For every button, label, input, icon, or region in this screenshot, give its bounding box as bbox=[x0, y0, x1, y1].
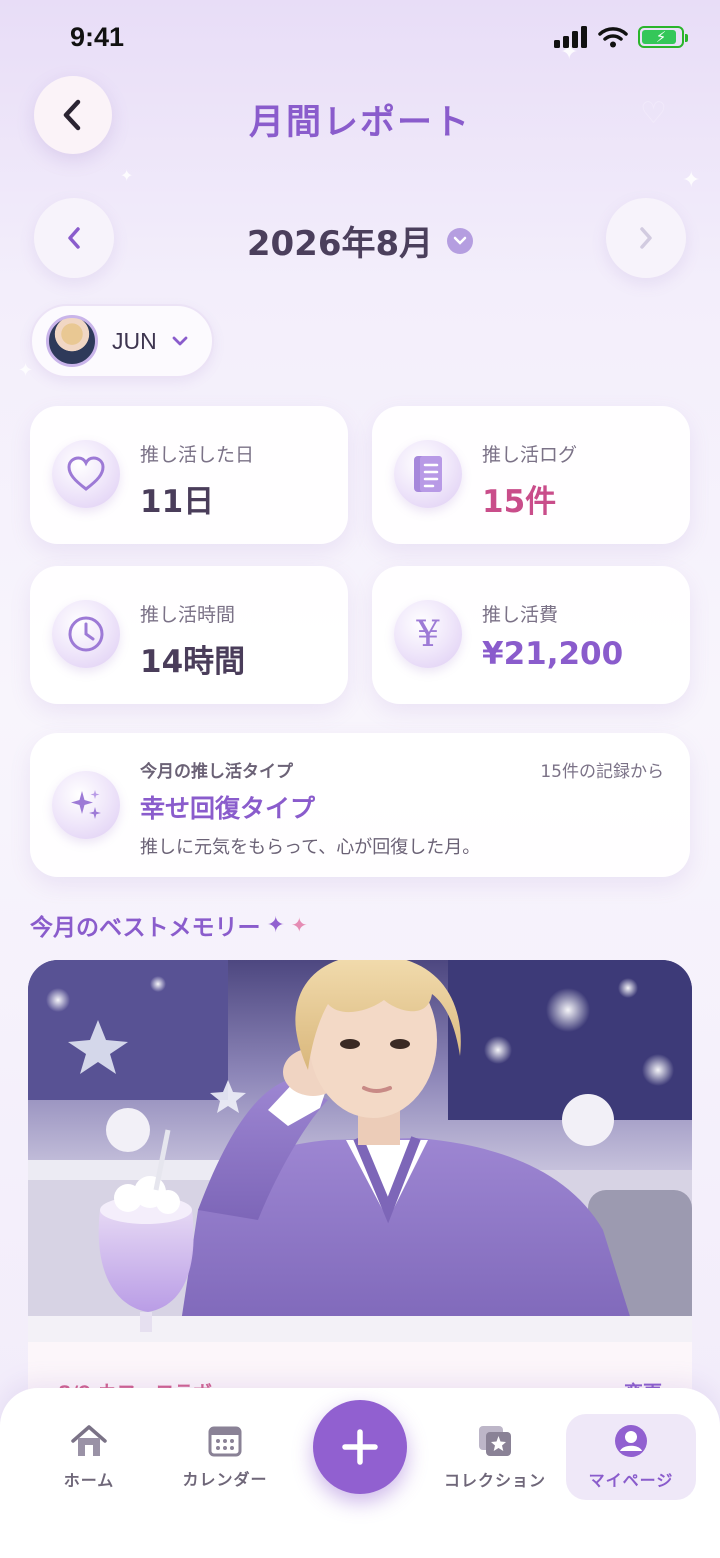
chevron-right-icon bbox=[640, 227, 652, 249]
sparkle-decoration: ✦ bbox=[682, 168, 701, 193]
stat-card-logs[interactable]: 推し活ログ 15件 bbox=[372, 406, 690, 544]
avatar bbox=[46, 315, 98, 367]
stat-label: 推し活した日 bbox=[140, 444, 255, 466]
nav-label: コレクション bbox=[443, 1471, 546, 1490]
nav-label: カレンダー bbox=[182, 1470, 268, 1489]
user-icon bbox=[615, 1425, 647, 1457]
stat-label: 推し活時間 bbox=[140, 604, 236, 626]
next-month-button[interactable] bbox=[606, 198, 686, 278]
stat-value: ¥21,200 bbox=[482, 636, 624, 672]
type-title: 幸せ回復タイプ bbox=[140, 794, 316, 823]
battery-icon: ⚡ bbox=[638, 26, 688, 48]
stat-label: 推し活費 bbox=[482, 604, 559, 626]
clock-icon bbox=[52, 600, 120, 668]
stat-value: 15件 bbox=[482, 484, 557, 520]
stat-label: 推し活ログ bbox=[482, 444, 578, 466]
best-memory-photo[interactable] bbox=[28, 960, 692, 1342]
calendar-icon bbox=[208, 1426, 242, 1457]
page-title: 月間レポート bbox=[248, 103, 471, 143]
sparkle-decoration: ✦ bbox=[120, 166, 134, 185]
stat-value: 14時間 bbox=[140, 644, 246, 680]
notebook-icon bbox=[394, 440, 462, 508]
oshi-selector[interactable]: JUN bbox=[30, 304, 214, 378]
type-source: 15件の記録から bbox=[540, 762, 664, 782]
sparkle-icon bbox=[52, 771, 120, 839]
nav-collection[interactable]: コレクション bbox=[430, 1414, 560, 1500]
add-button[interactable] bbox=[313, 1400, 407, 1494]
yen-icon: ¥ bbox=[394, 600, 462, 668]
stat-value: 11日 bbox=[140, 484, 215, 520]
collection-icon bbox=[479, 1426, 511, 1456]
wifi-icon bbox=[598, 27, 628, 48]
status-bar: 9:41 ⚡ bbox=[0, 0, 720, 80]
home-icon bbox=[71, 1425, 107, 1456]
stat-card-time[interactable]: 推し活時間 14時間 bbox=[30, 566, 348, 704]
nav-calendar[interactable]: カレンダー bbox=[160, 1414, 290, 1500]
sparkle-icon: ✦ bbox=[290, 913, 308, 937]
sparkle-icon: ✦ bbox=[266, 912, 285, 938]
chevron-down-icon bbox=[447, 227, 474, 254]
nav-home[interactable]: ホーム bbox=[24, 1414, 154, 1500]
stat-card-days[interactable]: 推し活した日 11日 bbox=[30, 406, 348, 544]
status-icons: ⚡ bbox=[554, 26, 688, 48]
type-label: 今月の推し活タイプ bbox=[140, 762, 293, 782]
section-title-best-memory: 今月のベストメモリー ✦ ✦ bbox=[30, 908, 308, 942]
nav-label: マイページ bbox=[588, 1471, 674, 1490]
sparkle-decoration: ✦ bbox=[18, 360, 34, 381]
oshi-name: JUN bbox=[112, 327, 157, 354]
stat-card-spending[interactable]: ¥ 推し活費 ¥21,200 bbox=[372, 566, 690, 704]
chevron-down-icon bbox=[172, 336, 188, 346]
month-label: 2026年8月 bbox=[246, 224, 434, 264]
nav-label: ホーム bbox=[63, 1471, 115, 1490]
status-time: 9:41 bbox=[70, 22, 125, 52]
oshi-type-card[interactable]: 今月の推し活タイプ 15件の記録から 幸せ回復タイプ 推しに元気をもらって、心が… bbox=[30, 733, 690, 877]
heart-icon bbox=[52, 440, 120, 508]
plus-icon bbox=[342, 1429, 378, 1465]
signal-icon bbox=[554, 26, 587, 48]
bottom-nav: ホーム カレンダー コレクション マイページ bbox=[0, 1388, 720, 1558]
type-description: 推しに元気をもらって、心が回復した月。 bbox=[140, 837, 481, 858]
best-memory-title: 今月のベストメモリー bbox=[30, 915, 261, 941]
nav-mypage[interactable]: マイページ bbox=[566, 1414, 696, 1500]
